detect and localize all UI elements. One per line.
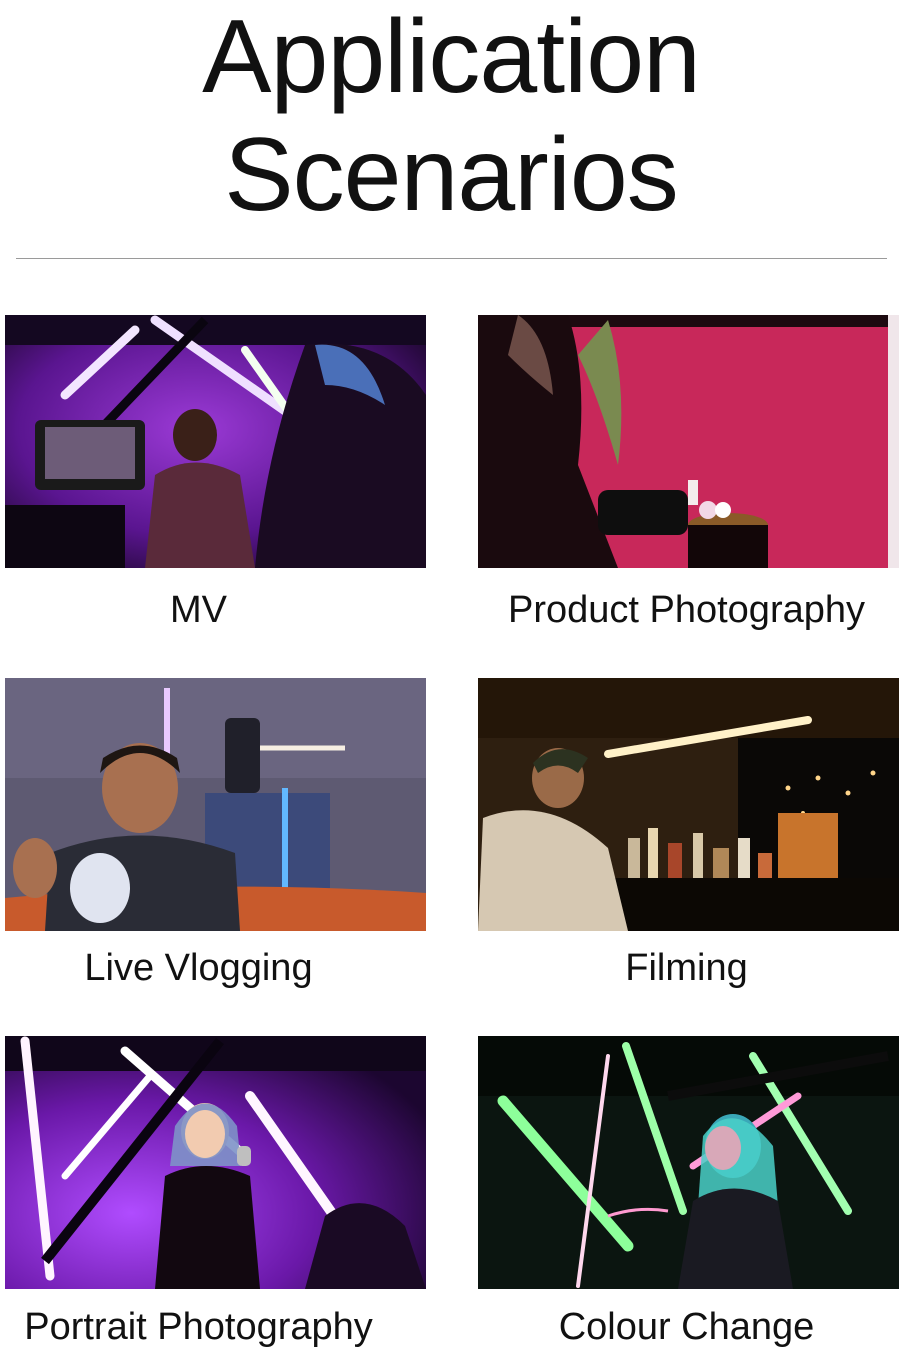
portrait-photo-scene-image — [5, 1036, 426, 1289]
scenario-label: MV — [170, 589, 227, 631]
page-title: Application Scenarios — [0, 0, 902, 234]
scenario-label: Live Vlogging — [84, 947, 313, 989]
title-divider — [16, 258, 887, 259]
title-line-2: Scenarios — [224, 117, 678, 233]
scenario-label: Filming — [625, 947, 748, 989]
scenario-label: Portrait Photography — [24, 1306, 373, 1348]
scenario-label: Colour Change — [558, 1306, 815, 1348]
product-photo-scene-image — [478, 315, 899, 568]
scenario-label: Product Photography — [507, 589, 865, 631]
mv-scene-image — [5, 315, 426, 568]
filming-scene-image — [478, 678, 899, 931]
vlogging-scene-image — [5, 678, 426, 931]
title-line-1: Application — [202, 0, 701, 115]
colour-change-scene-image — [478, 1036, 899, 1289]
